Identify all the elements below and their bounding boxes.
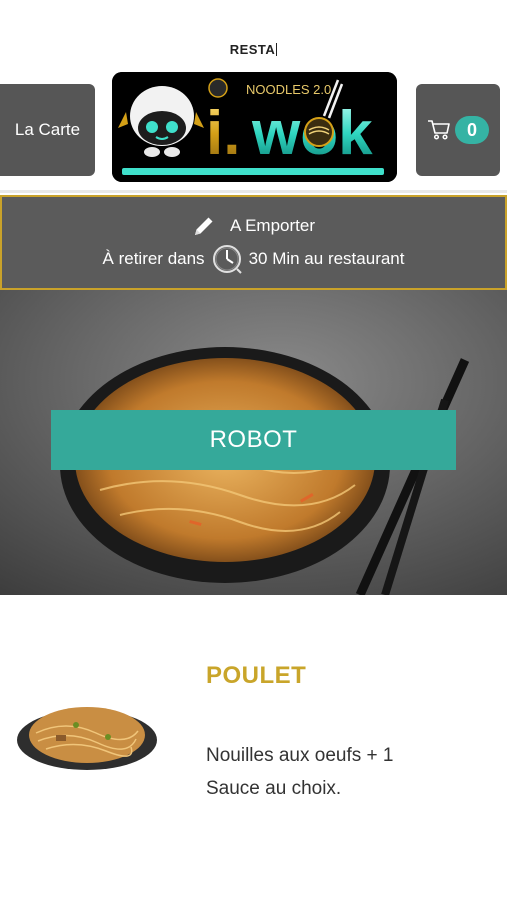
header-divider	[0, 190, 507, 193]
cart-button[interactable]: 0	[416, 84, 500, 176]
logo-graphic: NOODLES 2.0 i. wok	[112, 72, 397, 182]
cart-icon	[428, 120, 450, 140]
hero-banner[interactable]: ROBOT	[0, 290, 507, 595]
pencil-icon	[194, 217, 213, 235]
order-info-panel[interactable]: A Emporter À retirer dans 30 Min au rest…	[0, 195, 507, 290]
top-title: RESTA	[0, 42, 507, 57]
logo-small-text: NOODLES 2.0	[246, 82, 331, 97]
la-carte-label: La Carte	[14, 120, 81, 139]
la-carte-button[interactable]: La Carte	[0, 84, 95, 176]
clock-icon	[212, 245, 242, 274]
logo-i-letter: i.	[206, 99, 240, 168]
order-mode-label: A Emporter	[229, 216, 316, 235]
hero-label-band: ROBOT	[51, 410, 456, 470]
hero-label: ROBOT	[209, 426, 298, 453]
text-caret	[276, 43, 278, 56]
pickup-suffix: 30 Min au restaurant	[248, 249, 405, 268]
order-mode-row: A Emporter	[2, 214, 505, 238]
product-description: Nouilles aux oeufs + 1 Sauce au choix.	[206, 745, 394, 799]
product-image[interactable]	[16, 695, 159, 775]
noodle-plate-image	[17, 707, 157, 770]
iwok-logo[interactable]: NOODLES 2.0 i. wok	[112, 72, 397, 182]
product-title: POULET	[206, 662, 307, 689]
pickup-prefix: À retirer dans	[102, 249, 205, 268]
top-title-text: RESTA	[229, 42, 276, 57]
pickup-time-row: À retirer dans 30 Min au restaurant	[2, 243, 505, 275]
cart-count-badge: 0	[455, 116, 489, 144]
